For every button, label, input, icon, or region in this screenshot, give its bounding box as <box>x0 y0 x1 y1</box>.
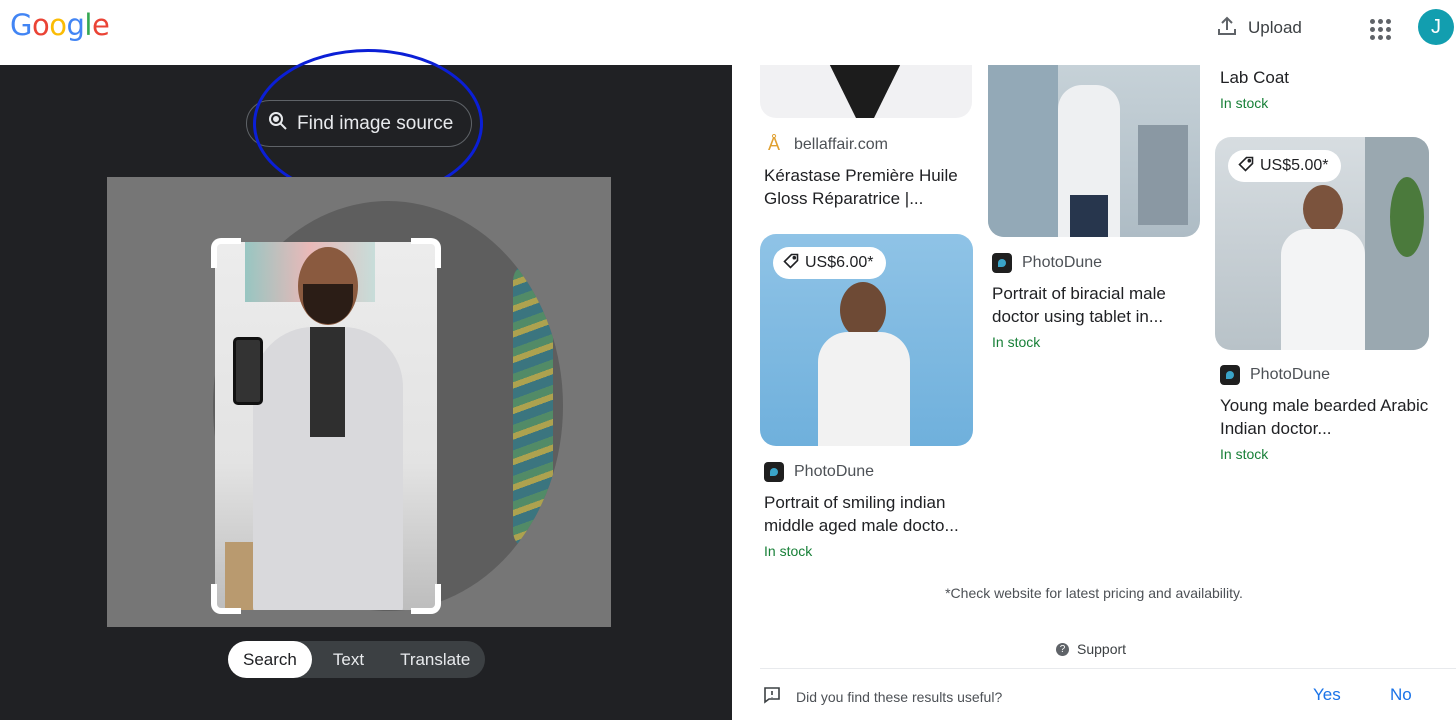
crop-selection[interactable] <box>215 242 437 610</box>
result-title[interactable]: Portrait of biracial male doctor using t… <box>992 282 1207 328</box>
stock-status: In stock <box>764 543 813 559</box>
photodune-favicon-icon <box>992 253 1012 273</box>
price-label: US$6.00* <box>805 254 874 271</box>
lens-mode-switcher: Search Text Translate <box>228 641 486 678</box>
mode-translate[interactable]: Translate <box>385 641 485 678</box>
price-tag-icon <box>1238 156 1254 177</box>
result-source[interactable]: Å bellaffair.com <box>764 134 888 155</box>
logo-letter: G <box>10 8 32 42</box>
price-badge: US$5.00* <box>1228 150 1341 182</box>
google-logo[interactable]: Google <box>10 8 110 42</box>
crop-handle-top-left[interactable] <box>211 238 241 268</box>
photodune-favicon-icon <box>1220 365 1240 385</box>
apps-grid-icon[interactable] <box>1368 17 1392 41</box>
result-source-label: PhotoDune <box>794 463 875 480</box>
feedback-no-button[interactable]: No <box>1390 685 1412 705</box>
stock-status: In stock <box>1220 95 1269 111</box>
crop-handle-top-right[interactable] <box>411 238 441 268</box>
logo-letter: e <box>91 8 110 42</box>
support-label: Support <box>1077 641 1127 657</box>
results-panel: Å bellaffair.com Kérastase Première Huil… <box>732 65 1456 720</box>
price-badge: US$6.00* <box>773 247 886 279</box>
result-title[interactable]: Young male bearded Arabic Indian doctor.… <box>1220 394 1435 440</box>
crop-handle-bottom-left[interactable] <box>211 584 241 614</box>
bellaffair-favicon-icon: Å <box>767 134 780 154</box>
mode-text[interactable]: Text <box>312 641 385 678</box>
photodune-favicon-icon <box>764 462 784 482</box>
result-title[interactable]: Kérastase Première Huile Gloss Réparatri… <box>764 164 979 210</box>
pricing-disclaimer: *Check website for latest pricing and av… <box>945 585 1243 601</box>
help-icon: ? <box>1056 642 1069 656</box>
image-preview <box>107 177 611 627</box>
image-search-icon <box>267 110 289 138</box>
upload-icon <box>1216 15 1238 42</box>
find-image-source-label: Find image source <box>297 112 454 134</box>
find-image-source-button[interactable]: Find image source <box>246 100 472 147</box>
stock-status: In stock <box>992 334 1041 350</box>
result-source[interactable]: PhotoDune <box>764 462 874 482</box>
feedback-icon <box>762 685 782 708</box>
logo-letter: o <box>31 8 50 42</box>
price-label: US$5.00* <box>1260 157 1329 174</box>
support-link[interactable]: ? Support <box>1056 641 1126 657</box>
lens-panel: Find image source Search Text Translate <box>0 49 732 720</box>
price-tag-icon <box>783 253 799 274</box>
result-thumbnail[interactable]: US$6.00* <box>760 234 973 446</box>
divider <box>760 668 1456 669</box>
upload-label: Upload <box>1248 18 1302 37</box>
result-title[interactable]: Portrait of smiling indian middle aged m… <box>764 491 979 537</box>
result-thumbnail[interactable] <box>760 65 972 118</box>
upload-button[interactable]: Upload <box>1216 13 1302 43</box>
result-source-label: bellaffair.com <box>794 135 888 153</box>
logo-letter: l <box>84 8 92 42</box>
top-bar: Google Upload J <box>0 0 1456 65</box>
logo-letter: o <box>49 8 67 42</box>
logo-letter: g <box>66 8 85 42</box>
feedback-prompt: Did you find these results useful? <box>762 685 1002 708</box>
result-source-label: PhotoDune <box>1250 366 1331 383</box>
feedback-yes-button[interactable]: Yes <box>1313 685 1341 705</box>
mode-search[interactable]: Search <box>228 641 312 678</box>
result-source-label: PhotoDune <box>1022 254 1103 271</box>
result-thumbnail[interactable] <box>988 65 1200 237</box>
account-avatar[interactable]: J <box>1418 9 1454 45</box>
feedback-question: Did you find these results useful? <box>796 688 1003 705</box>
result-thumbnail[interactable]: US$5.00* <box>1215 137 1429 350</box>
result-source[interactable]: PhotoDune <box>992 253 1102 273</box>
result-title[interactable]: Lab Coat <box>1220 66 1435 89</box>
stock-status: In stock <box>1220 446 1269 462</box>
result-source[interactable]: PhotoDune <box>1220 365 1330 385</box>
crop-handle-bottom-right[interactable] <box>411 584 441 614</box>
